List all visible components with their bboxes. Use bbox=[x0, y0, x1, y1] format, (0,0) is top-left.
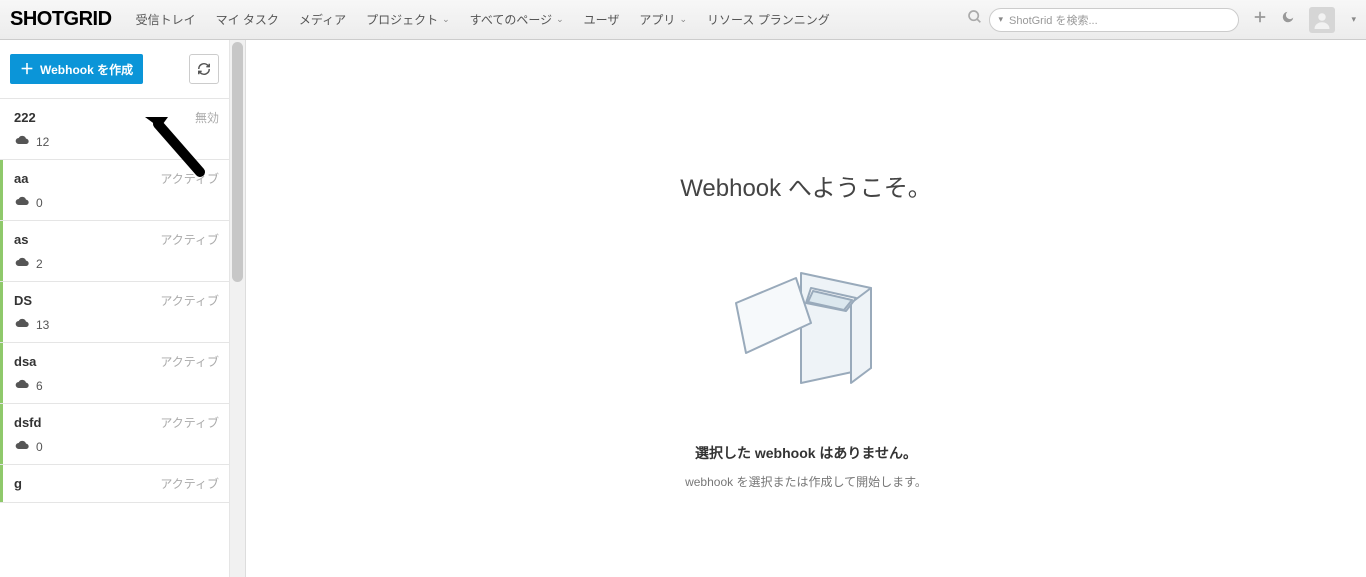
empty-sub: webhook を選択または作成して開始します。 bbox=[685, 473, 927, 490]
webhook-name: as bbox=[14, 232, 28, 247]
webhook-meta: 0 bbox=[14, 439, 219, 454]
chevron-down-icon: ⌄ bbox=[442, 14, 450, 25]
top-icons: ▾ bbox=[1253, 7, 1356, 33]
user-avatar[interactable] bbox=[1309, 7, 1335, 33]
webhook-item-head: as アクティブ bbox=[14, 231, 219, 248]
webhook-count: 0 bbox=[36, 440, 43, 454]
webhook-count: 6 bbox=[36, 379, 43, 393]
search-icon[interactable] bbox=[967, 9, 983, 30]
nav-item-label: ユーザ bbox=[584, 11, 620, 28]
webhook-item-head: dsa アクティブ bbox=[14, 353, 219, 370]
webhook-meta: 6 bbox=[14, 378, 219, 393]
webhook-name: g bbox=[14, 476, 22, 491]
cloud-icon bbox=[14, 256, 30, 271]
nav-item-1[interactable]: マイ タスク bbox=[206, 0, 289, 40]
create-webhook-button[interactable]: ＋ Webhook を作成 bbox=[10, 54, 143, 84]
nav-item-label: リソース プランニング bbox=[707, 11, 830, 28]
plus-icon: ＋ bbox=[20, 59, 34, 79]
webhook-count: 0 bbox=[36, 196, 43, 210]
webhook-name: 222 bbox=[14, 110, 36, 125]
empty-heading: 選択した webhook はありません。 bbox=[695, 443, 917, 463]
content-area: Webhook へようこそ。 選択した webhook はありません。 webh… bbox=[246, 40, 1366, 577]
plus-icon[interactable] bbox=[1253, 10, 1267, 29]
nav-item-4[interactable]: すべてのページ ⌄ bbox=[460, 0, 574, 40]
search-input[interactable]: ▾ ShotGrid を検索... bbox=[989, 8, 1239, 32]
webhook-item[interactable]: DS アクティブ 13 bbox=[0, 282, 229, 343]
sidebar-wrap: ＋ Webhook を作成 222 無効 12 aa アクティブ 0 as アクティブ 2 DS ア… bbox=[0, 40, 246, 577]
main-layout: ＋ Webhook を作成 222 無効 12 aa アクティブ 0 as アクティブ 2 DS ア… bbox=[0, 40, 1366, 577]
webhook-item-head: aa アクティブ bbox=[14, 170, 219, 187]
webhook-item-head: 222 無効 bbox=[14, 109, 219, 126]
webhook-meta: 12 bbox=[14, 134, 219, 149]
cloud-icon bbox=[14, 378, 30, 393]
webhook-item-head: dsfd アクティブ bbox=[14, 414, 219, 431]
cloud-icon bbox=[14, 317, 30, 332]
webhook-meta: 13 bbox=[14, 317, 219, 332]
nav-item-label: メディア bbox=[299, 11, 346, 28]
sidebar-header: ＋ Webhook を作成 bbox=[0, 40, 229, 99]
nav-item-5[interactable]: ユーザ bbox=[574, 0, 630, 40]
webhook-name: dsa bbox=[14, 354, 36, 369]
refresh-button[interactable] bbox=[189, 54, 219, 84]
cloud-icon bbox=[14, 195, 30, 210]
nav-item-0[interactable]: 受信トレイ bbox=[126, 0, 206, 40]
cloud-icon bbox=[14, 134, 30, 149]
webhook-item[interactable]: as アクティブ 2 bbox=[0, 221, 229, 282]
webhook-name: aa bbox=[14, 171, 28, 186]
logo: SHOTGRID bbox=[10, 8, 112, 31]
nav-item-label: すべてのページ bbox=[470, 11, 552, 28]
nav-item-3[interactable]: プロジェクト ⌄ bbox=[356, 0, 460, 40]
top-nav: SHOTGRID 受信トレイ マイ タスク メディア プロジェクト ⌄ すべてのページ ⌄ ユ… bbox=[0, 0, 1366, 40]
welcome-title: Webhook へようこそ。 bbox=[680, 168, 932, 203]
webhook-status: アクティブ bbox=[160, 292, 219, 309]
moon-icon[interactable] bbox=[1281, 10, 1295, 29]
webhook-count: 12 bbox=[36, 135, 49, 149]
scrollbar[interactable] bbox=[229, 40, 245, 577]
webhook-meta: 0 bbox=[14, 195, 219, 210]
webhook-item[interactable]: dsa アクティブ 6 bbox=[0, 343, 229, 404]
nav-item-label: マイ タスク bbox=[216, 11, 279, 28]
sidebar: ＋ Webhook を作成 222 無効 12 aa アクティブ 0 as アクティブ 2 DS ア… bbox=[0, 40, 229, 577]
nav-item-2[interactable]: メディア bbox=[289, 0, 356, 40]
create-webhook-label: Webhook を作成 bbox=[40, 61, 133, 78]
nav-item-label: アプリ bbox=[639, 11, 675, 28]
webhook-status: アクティブ bbox=[160, 353, 219, 370]
webhook-item[interactable]: 222 無効 12 bbox=[0, 99, 229, 160]
chevron-down-icon[interactable]: ▾ bbox=[1351, 14, 1356, 25]
webhook-status: アクティブ bbox=[160, 414, 219, 431]
nav-item-label: プロジェクト bbox=[366, 11, 438, 28]
search-placeholder: ShotGrid を検索... bbox=[1009, 12, 1098, 28]
webhook-item-head: DS アクティブ bbox=[14, 292, 219, 309]
webhook-count: 13 bbox=[36, 318, 49, 332]
webhook-status: アクティブ bbox=[160, 475, 219, 492]
scroll-thumb[interactable] bbox=[232, 42, 243, 282]
nav-item-7[interactable]: リソース プランニング bbox=[697, 0, 840, 40]
search-wrap: ▾ ShotGrid を検索... bbox=[967, 8, 1239, 32]
webhook-name: DS bbox=[14, 293, 32, 308]
webhook-count: 2 bbox=[36, 257, 43, 271]
chevron-down-icon: ▾ bbox=[998, 14, 1003, 25]
empty-box-icon bbox=[706, 233, 906, 413]
chevron-down-icon: ⌄ bbox=[679, 14, 687, 25]
webhook-status: アクティブ bbox=[160, 170, 219, 187]
cloud-icon bbox=[14, 439, 30, 454]
webhook-meta: 2 bbox=[14, 256, 219, 271]
webhook-status: 無効 bbox=[195, 109, 219, 126]
webhook-item[interactable]: dsfd アクティブ 0 bbox=[0, 404, 229, 465]
webhook-name: dsfd bbox=[14, 415, 41, 430]
webhook-item[interactable]: g アクティブ bbox=[0, 465, 229, 503]
webhook-list: 222 無効 12 aa アクティブ 0 as アクティブ 2 DS アクティブ 13 dsa アクティブ… bbox=[0, 99, 229, 503]
webhook-status: アクティブ bbox=[160, 231, 219, 248]
nav-item-label: 受信トレイ bbox=[136, 11, 196, 28]
nav-items: 受信トレイ マイ タスク メディア プロジェクト ⌄ すべてのページ ⌄ ユーザ アプリ ⌄ リソー… bbox=[126, 0, 840, 40]
nav-item-6[interactable]: アプリ ⌄ bbox=[629, 0, 697, 40]
chevron-down-icon: ⌄ bbox=[556, 14, 564, 25]
webhook-item[interactable]: aa アクティブ 0 bbox=[0, 160, 229, 221]
webhook-item-head: g アクティブ bbox=[14, 475, 219, 492]
